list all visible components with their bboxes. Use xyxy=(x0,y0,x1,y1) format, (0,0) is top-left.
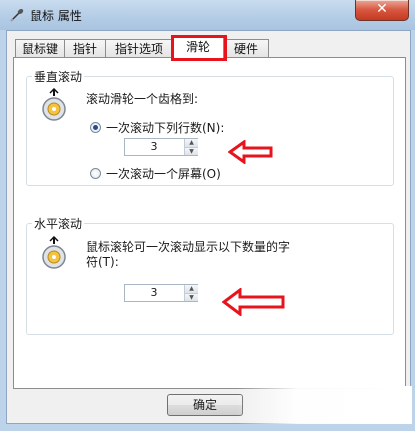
dialog-body: 鼠标键 指针 指针选项 滑轮 硬件 垂直滚动 滚动滑轮一个齿格到: 一次滚动下列… xyxy=(6,30,412,424)
tab-pointer-options[interactable]: 指针选项 xyxy=(105,39,173,58)
lines-spinbox[interactable]: 3 ▲ ▼ xyxy=(124,138,198,156)
scroll-lines-radio[interactable] xyxy=(90,122,101,133)
spin-down-icon[interactable]: ▼ xyxy=(184,293,198,301)
red-arrow-icon xyxy=(222,288,285,316)
lines-value[interactable]: 3 xyxy=(125,139,183,155)
mouse-icon xyxy=(10,8,24,22)
wheel-tab-panel: 垂直滚动 滚动滑轮一个齿格到: 一次滚动下列行数(N): 3 ▲ ▼ 一次滚动一… xyxy=(13,57,406,389)
close-icon: ✕ xyxy=(376,1,388,17)
tab-hardware[interactable]: 硬件 xyxy=(223,39,269,58)
chars-value[interactable]: 3 xyxy=(125,285,183,301)
close-button[interactable]: ✕ xyxy=(355,0,409,21)
horizontal-scrolling-title: 水平滚动 xyxy=(32,215,85,232)
tab-label: 硬件 xyxy=(233,42,258,56)
horizontal-wheel-icon xyxy=(42,236,66,269)
red-arrow-icon xyxy=(228,140,273,164)
horizontal-description-line2: 符(T): xyxy=(86,255,119,269)
spin-up-icon[interactable]: ▲ xyxy=(184,139,198,147)
tab-label: 鼠标键 xyxy=(21,42,58,56)
ok-button[interactable]: 确定 xyxy=(167,394,243,416)
tab-pointers[interactable]: 指针 xyxy=(64,39,106,58)
vertical-scrolling-title: 垂直滚动 xyxy=(32,68,85,85)
ok-label: 确定 xyxy=(192,398,217,412)
title-bar: 鼠标 属性 ✕ xyxy=(0,0,415,30)
scroll-screen-label: 一次滚动一个屏幕(O) xyxy=(106,167,221,181)
tab-buttons[interactable]: 鼠标键 xyxy=(15,39,65,58)
tab-label: 指针 xyxy=(72,42,97,56)
chars-spinbox[interactable]: 3 ▲ ▼ xyxy=(124,284,198,302)
scroll-lines-label: 一次滚动下列行数(N): xyxy=(106,121,225,135)
spin-up-icon[interactable]: ▲ xyxy=(184,285,198,293)
window-title: 鼠标 属性 xyxy=(30,9,82,23)
scroll-screen-radio[interactable] xyxy=(90,168,101,179)
white-fade-overlay xyxy=(237,386,412,424)
red-highlight-box xyxy=(171,35,227,61)
scroll-wheel-icon xyxy=(42,88,66,121)
vertical-description: 滚动滑轮一个齿格到: xyxy=(86,92,199,106)
spin-down-icon[interactable]: ▼ xyxy=(184,147,198,155)
tab-label: 指针选项 xyxy=(114,42,163,56)
